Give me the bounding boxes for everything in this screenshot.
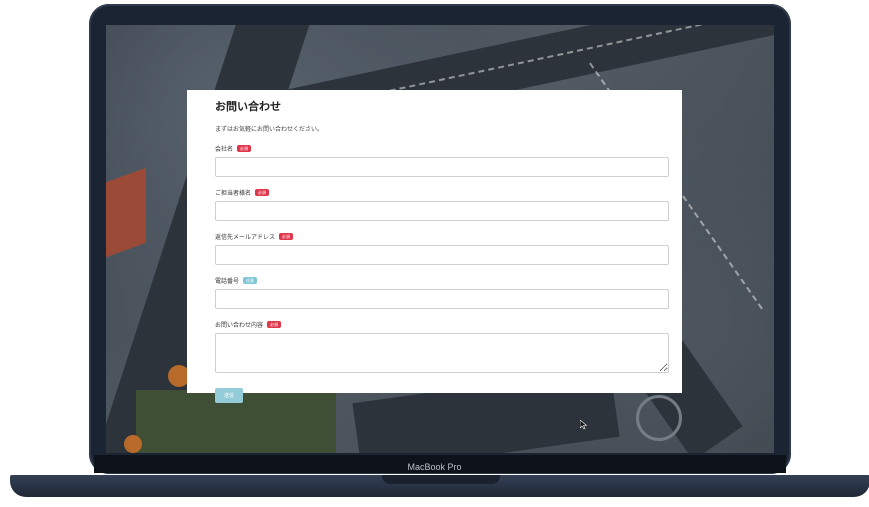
form-title: お問い合わせ — [215, 100, 281, 113]
laptop-notch — [382, 475, 500, 484]
field-label-text: 会社名 — [215, 146, 234, 153]
contact-person-label: ご担当者様名 必須 — [215, 188, 668, 197]
required-badge: 必須 — [237, 145, 252, 152]
form-intro: まずはお気軽にお問い合わせください。 — [215, 126, 324, 133]
inquiry-label: お問い合わせ内容 必須 — [215, 320, 668, 329]
field-label-text: お問い合わせ内容 — [215, 322, 264, 329]
company-name-input[interactable] — [215, 157, 669, 177]
contact-form: お問い合わせ まずはお気軽にお問い合わせください。 会社名 必須 ご担当者様名 … — [187, 90, 682, 403]
required-badge: 必須 — [267, 321, 282, 328]
phone-input[interactable] — [215, 289, 669, 309]
arrow-cursor-icon — [580, 420, 588, 430]
company-name-label: 会社名 必須 — [215, 144, 668, 153]
field-label-text: ご担当者様名 — [215, 190, 252, 197]
inquiry-textarea[interactable] — [215, 333, 669, 373]
email-input[interactable] — [215, 245, 669, 265]
building-roof — [106, 167, 146, 258]
email-label: 返信先メールアドレス 必須 — [215, 232, 668, 241]
tree — [124, 435, 142, 453]
field-label-text: 返信先メールアドレス — [215, 234, 276, 241]
submit-button[interactable]: 送信 — [215, 388, 243, 403]
optional-badge: 任意 — [243, 277, 258, 284]
model-label: MacBook Pro — [407, 462, 462, 472]
field-label-text: 電話番号 — [215, 278, 240, 285]
required-badge: 必須 — [255, 189, 270, 196]
phone-label: 電話番号 任意 — [215, 276, 668, 285]
contact-person-input[interactable] — [215, 201, 669, 221]
required-badge: 必須 — [279, 233, 294, 240]
